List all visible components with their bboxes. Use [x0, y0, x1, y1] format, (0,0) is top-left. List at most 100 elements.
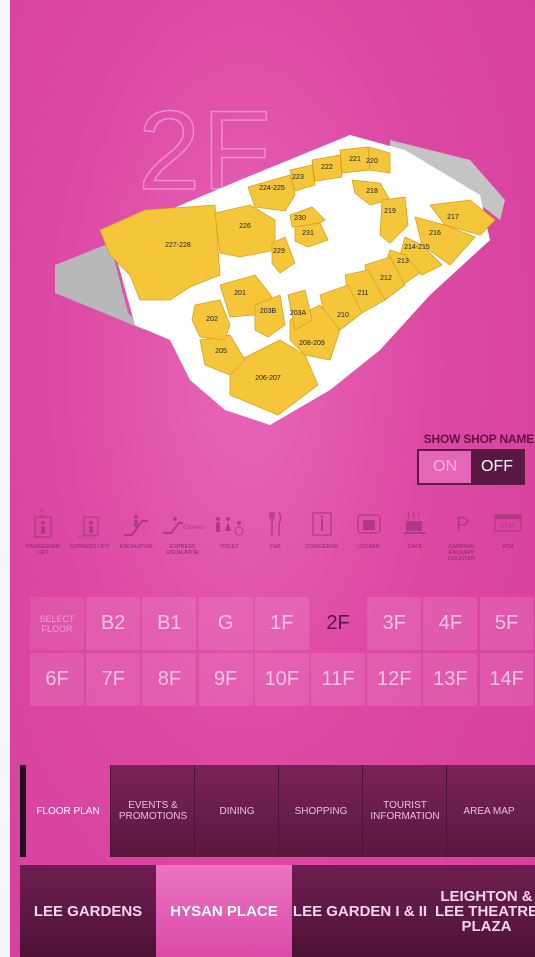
map-unit-label: 202 [206, 316, 218, 323]
nav-overflow-edge [526, 765, 535, 857]
floor-button-g[interactable]: G [198, 597, 253, 650]
map-unit-label: 206-207 [255, 375, 281, 382]
floor-button-9f[interactable]: 9F [198, 653, 253, 706]
legend-item-express-lift: Express EXPRESS LIFT [67, 506, 113, 550]
floor-button-b2[interactable]: B2 [86, 597, 141, 650]
atm-icon: ATM [485, 506, 531, 542]
floor-button-2f[interactable]: 2F [311, 597, 365, 650]
legend-item-cafe: CAFE [392, 506, 438, 550]
map-unit-label: 220 [366, 158, 378, 165]
mall-tabs: LEE GARDENS HYSAN PLACE LEE GARDEN I & II L… [20, 865, 535, 957]
mall-tab-lee-gardens[interactable]: LEE GARDENS [20, 865, 156, 957]
map-unit-label: 224-225 [259, 185, 285, 192]
legend-item-express-escalator: Express EXPRESS ESCALATOR [160, 506, 206, 556]
map-unit-label: 203A [290, 310, 307, 317]
nav-dining[interactable]: DINING [194, 765, 279, 857]
svg-text:Express: Express [183, 525, 205, 531]
legend-label: PASSENGER LIFT [26, 544, 60, 556]
map-unit-label: 222 [321, 164, 333, 171]
escalator-icon [113, 506, 159, 542]
floor-button-b1[interactable]: B1 [142, 597, 197, 650]
legend-item-atm: ATM ATM [485, 506, 531, 550]
map-unit-label: 217 [447, 214, 459, 221]
nav-tourist-information[interactable]: TOURIST INFORMATION [362, 765, 447, 857]
legend-label: LOCKER [357, 544, 380, 550]
floor-button-6f[interactable]: 6F [30, 653, 84, 706]
legend-label: F&B [270, 544, 281, 550]
map-unit-label: 227-228 [165, 242, 191, 249]
floor-button-12f[interactable]: 12F [367, 653, 422, 706]
legend-label: CARPARK ENQUIRY COUNTER [447, 544, 476, 562]
legend-item-toilet: TOILET [206, 506, 252, 550]
legend-label: TOILET [219, 544, 239, 550]
legend-label: ESCALATOR [119, 544, 153, 550]
svg-text:P: P [456, 514, 469, 536]
nav-area-map[interactable]: AREA MAP [446, 765, 531, 857]
floor-button-13f[interactable]: 13F [423, 653, 478, 706]
carpark-icon: P [439, 506, 485, 542]
floor-selector: SELECT FLOOR B2 B1 G 1F 2F 3F 4F 5F 6F 7F 8F 9F 10F 11… [30, 597, 535, 707]
map-unit-label: 230 [294, 215, 306, 222]
concierge-icon [299, 506, 345, 542]
map-unit-label: 216 [429, 230, 441, 237]
legend-item-carpark: P CARPARK ENQUIRY COUNTER [439, 506, 485, 562]
legend-label: EXPRESS LIFT [70, 544, 109, 550]
map-unit-222[interactable]: 222 [311, 154, 343, 182]
express-lift-icon: Express [67, 506, 113, 542]
floor-button-3f[interactable]: 3F [367, 597, 422, 650]
floor-button-10f[interactable]: 10F [254, 653, 309, 706]
map-unit-label: 203B [260, 308, 277, 315]
bottom-nav: FLOOR PLAN EVENTS & PROMOTIONS DINING SHOPP… [20, 765, 535, 857]
legend-item-passenger-lift: PASSENGER LIFT [20, 506, 66, 556]
floor-button-5f[interactable]: 5F [479, 597, 534, 650]
legend-item-locker: LOCKER [346, 506, 392, 550]
map-unit-label: 231 [302, 230, 314, 237]
floor-button-14f[interactable]: 14F [479, 653, 534, 706]
map-unit-label: 201 [234, 290, 246, 297]
nav-shopping[interactable]: SHOPPING [278, 765, 363, 857]
legend-label: CONCIERGE [305, 544, 339, 550]
mall-tab-lee-garden-i-ii[interactable]: LEE GARDEN I & II [292, 865, 428, 957]
map-unit-label: 218 [366, 188, 378, 195]
map-unit-label: 212 [380, 275, 392, 282]
map-unit-label: 210 [337, 312, 349, 319]
mall-tab-hysan-place[interactable]: HYSAN PLACE [156, 865, 292, 957]
legend-label: CAFE [407, 544, 423, 550]
map-unit-label: 219 [384, 208, 396, 215]
map-unit-label: 208-209 [299, 340, 325, 347]
nav-events-promotions[interactable]: EVENTS & PROMOTIONS [110, 765, 195, 857]
floor-button-8f[interactable]: 8F [142, 653, 197, 706]
floor-button-11f[interactable]: 11F [311, 653, 365, 706]
map-unit-label: 223 [292, 174, 304, 181]
show-shop-name-label: SHOW SHOP NAME [423, 432, 535, 446]
shop-name-toggle[interactable]: ON OFF [417, 449, 525, 485]
legend-item-fnb: F&B [253, 506, 299, 550]
toggle-off-button[interactable]: OFF [471, 451, 523, 483]
map-unit-label: 229 [273, 248, 285, 255]
floor-button-7f[interactable]: 7F [86, 653, 141, 706]
map-unit-label: 205 [215, 348, 227, 355]
locker-icon [346, 506, 392, 542]
express-escalator-icon: Express [160, 506, 206, 542]
fnb-icon [253, 506, 299, 542]
toilet-icon [206, 506, 252, 542]
map-unit-label: 211 [357, 290, 368, 297]
svg-text:Express: Express [78, 534, 97, 539]
svg-text:ATM: ATM [500, 523, 514, 530]
floor-map[interactable]: 227-228 226 224-225 223 222 221 220 218 219 217 21… [50, 125, 520, 435]
legend-item-concierge: CONCIERGE [299, 506, 345, 550]
map-unit-label: 213 [397, 258, 409, 265]
toggle-on-button[interactable]: ON [419, 451, 471, 483]
nav-floor-plan[interactable]: FLOOR PLAN [26, 765, 110, 857]
floor-map-svg[interactable]: 227-228 226 224-225 223 222 221 220 218 219 217 21… [50, 125, 520, 435]
legend-label: EXPRESS ESCALATOR [166, 544, 199, 556]
facility-legend: PASSENGER LIFT Express EXPRESS LIFT ESCALAT… [20, 506, 535, 566]
floor-button-1f[interactable]: 1F [254, 597, 309, 650]
left-edge-strip [0, 0, 10, 957]
floor-button-4f[interactable]: 4F [423, 597, 478, 650]
map-unit-label: 214-215 [404, 244, 430, 251]
legend-item-escalator: ESCALATOR [113, 506, 159, 550]
mall-tab-leighton-lee-theatre-plaza[interactable]: LEIGHTON & LEE THEATRE PLAZA [428, 865, 535, 957]
legend-label: ATM [502, 544, 514, 550]
map-unit-label: 226 [239, 223, 251, 230]
